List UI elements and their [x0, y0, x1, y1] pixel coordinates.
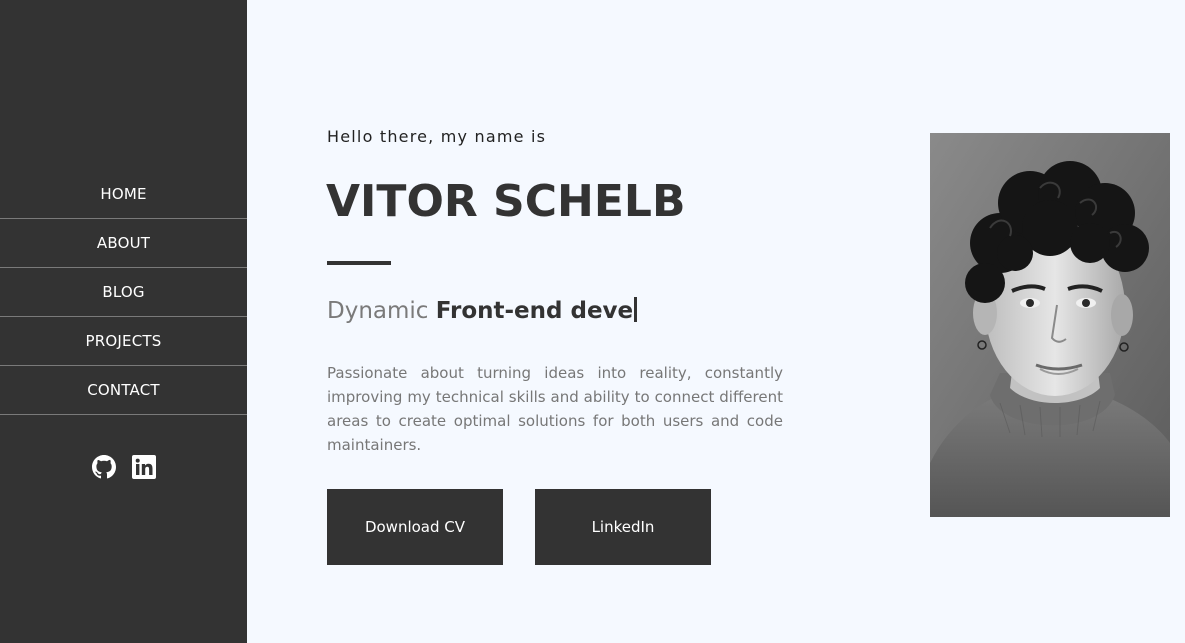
role-typed-text: Front-end deve	[435, 298, 634, 324]
role-line: Dynamic Front-end deve	[327, 297, 638, 324]
sidebar: HOME ABOUT BLOG PROJECTS CONTACT	[0, 0, 247, 643]
nav-item-contact[interactable]: CONTACT	[0, 366, 247, 415]
nav-item-home[interactable]: HOME	[0, 170, 247, 219]
linkedin-icon[interactable]	[131, 455, 156, 479]
bio-text: Passionate about turning ideas into real…	[327, 364, 783, 454]
typing-cursor	[634, 297, 638, 322]
social-links	[0, 455, 247, 479]
github-icon[interactable]	[91, 455, 116, 479]
nav-item-blog[interactable]: BLOG	[0, 268, 247, 317]
download-cv-button[interactable]: Download CV	[327, 489, 503, 565]
sidebar-nav: HOME ABOUT BLOG PROJECTS CONTACT	[0, 170, 247, 415]
linkedin-button[interactable]: LinkedIn	[535, 489, 711, 565]
page: HOME ABOUT BLOG PROJECTS CONTACT Hello t…	[0, 0, 1185, 643]
hero-section: Hello there, my name is VITOR SCHELB Dyn…	[247, 0, 1185, 643]
page-title: VITOR SCHELB	[326, 176, 686, 227]
role-prefix: Dynamic	[327, 298, 429, 324]
greeting-text: Hello there, my name is	[327, 127, 547, 146]
nav-item-about[interactable]: ABOUT	[0, 219, 247, 268]
title-divider	[327, 261, 391, 265]
nav-item-projects[interactable]: PROJECTS	[0, 317, 247, 366]
profile-photo	[930, 133, 1170, 517]
